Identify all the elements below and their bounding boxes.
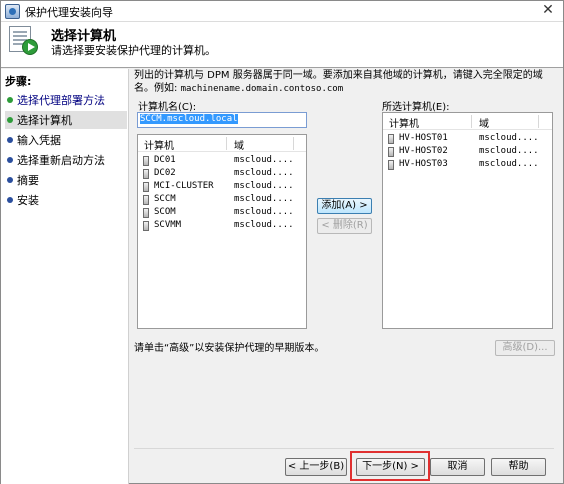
steps-panel: 步骤: 选择代理部署方法 选择计算机 输入凭据 选择重新启动方法 摘要 安装 xyxy=(1,69,129,484)
selected-computers-label: 所选计算机(E): xyxy=(382,102,450,113)
computer-name-input[interactable]: SCCM.mscloud.local xyxy=(137,112,307,128)
wizard-window: 保护代理安装向导 ✕ 选择计算机 请选择要安装保护代理的计算机。 步骤: 选择代… xyxy=(0,0,564,484)
server-icon xyxy=(143,182,149,192)
step-status-icon xyxy=(7,97,13,103)
wizard-header: 选择计算机 请选择要安装保护代理的计算机。 xyxy=(1,22,563,68)
steps-title: 步骤: xyxy=(5,75,32,88)
step-label: 选择计算机 xyxy=(17,114,72,127)
step-summary[interactable]: 摘要 xyxy=(5,171,127,189)
step-status-icon xyxy=(7,197,13,203)
server-icon xyxy=(388,147,394,157)
list-item[interactable]: HV-HOST03 mscloud.... xyxy=(383,159,552,172)
page-subtitle: 请选择要安装保护代理的计算机。 xyxy=(51,44,216,57)
step-select-computers[interactable]: 选择计算机 xyxy=(5,111,127,129)
column-header-computer[interactable]: 计算机 xyxy=(144,137,174,152)
cancel-button[interactable]: 取消 xyxy=(430,458,485,476)
column-header-domain[interactable]: 域 xyxy=(234,137,244,152)
computer-name-value: SCCM.mscloud.local xyxy=(140,114,238,124)
list-item[interactable]: HV-HOST01 mscloud.... xyxy=(383,133,552,146)
server-icon xyxy=(388,160,394,170)
list-item[interactable]: DC01 mscloud.... xyxy=(138,155,306,168)
description-text: 列出的计算机与 DPM 服务器属于同一域。要添加来自其他域的计算机，请键入完全限… xyxy=(134,69,554,96)
wizard-play-icon xyxy=(9,26,39,56)
step-label: 安装 xyxy=(17,194,39,207)
list-item[interactable]: SCVMM mscloud.... xyxy=(138,220,306,233)
server-icon xyxy=(143,221,149,231)
step-status-icon xyxy=(7,177,13,183)
server-icon xyxy=(143,195,149,205)
selected-computers-list[interactable]: 计算机 域 HV-HOST01 mscloud.... HV-HOST02 mscl… xyxy=(382,112,553,329)
window-title: 保护代理安装向导 xyxy=(25,6,113,19)
step-status-icon xyxy=(7,137,13,143)
footer-divider xyxy=(134,448,554,449)
description-line-2: 名。例如: machinename.domain.contoso.com xyxy=(134,83,344,94)
list-item[interactable]: SCCM mscloud.... xyxy=(138,194,306,207)
step-label: 选择代理部署方法 xyxy=(17,94,105,107)
step-label: 摘要 xyxy=(17,174,39,187)
step-status-icon xyxy=(7,157,13,163)
step-install[interactable]: 安装 xyxy=(5,191,127,209)
step-status-icon xyxy=(7,117,13,123)
computer-name-label: 计算机名(C): xyxy=(138,102,197,113)
advanced-note: 请单击“高级”以安装保护代理的早期版本。 xyxy=(134,343,325,354)
back-button[interactable]: < 上一步(B) xyxy=(285,458,347,476)
step-deploy-method[interactable]: 选择代理部署方法 xyxy=(5,91,127,109)
column-header-domain[interactable]: 域 xyxy=(479,115,489,130)
step-restart-method[interactable]: 选择重新启动方法 xyxy=(5,151,127,169)
help-button[interactable]: 帮助 xyxy=(491,458,546,476)
list-item[interactable]: SCOM mscloud.... xyxy=(138,207,306,220)
title-bar: 保护代理安装向导 ✕ xyxy=(1,1,563,22)
add-button[interactable]: 添加(A) > xyxy=(317,198,372,214)
advanced-button[interactable]: 高级(D)... xyxy=(495,340,555,356)
close-icon[interactable]: ✕ xyxy=(539,3,557,19)
next-button-highlight xyxy=(350,451,430,481)
remove-button[interactable]: < 删除(R) xyxy=(317,218,372,234)
server-icon xyxy=(143,169,149,179)
server-icon xyxy=(143,156,149,166)
list-item[interactable]: HV-HOST02 mscloud.... xyxy=(383,146,552,159)
step-label: 选择重新启动方法 xyxy=(17,154,105,167)
column-header-computer[interactable]: 计算机 xyxy=(389,115,419,130)
server-icon xyxy=(143,208,149,218)
list-item[interactable]: MCI-CLUSTER mscloud.... xyxy=(138,181,306,194)
step-label: 输入凭据 xyxy=(17,134,61,147)
server-icon xyxy=(388,134,394,144)
example-domain: machinename.domain.contoso.com xyxy=(180,84,344,94)
list-header: 计算机 域 xyxy=(138,135,306,152)
step-credentials[interactable]: 输入凭据 xyxy=(5,131,127,149)
available-computers-list[interactable]: 计算机 域 DC01 mscloud.... DC02 mscloud.... MC… xyxy=(137,134,307,329)
list-header: 计算机 域 xyxy=(383,113,552,130)
description-line-1: 列出的计算机与 DPM 服务器属于同一域。要添加来自其他域的计算机，请键入完全限… xyxy=(134,70,543,81)
app-icon xyxy=(5,4,20,19)
list-item[interactable]: DC02 mscloud.... xyxy=(138,168,306,181)
